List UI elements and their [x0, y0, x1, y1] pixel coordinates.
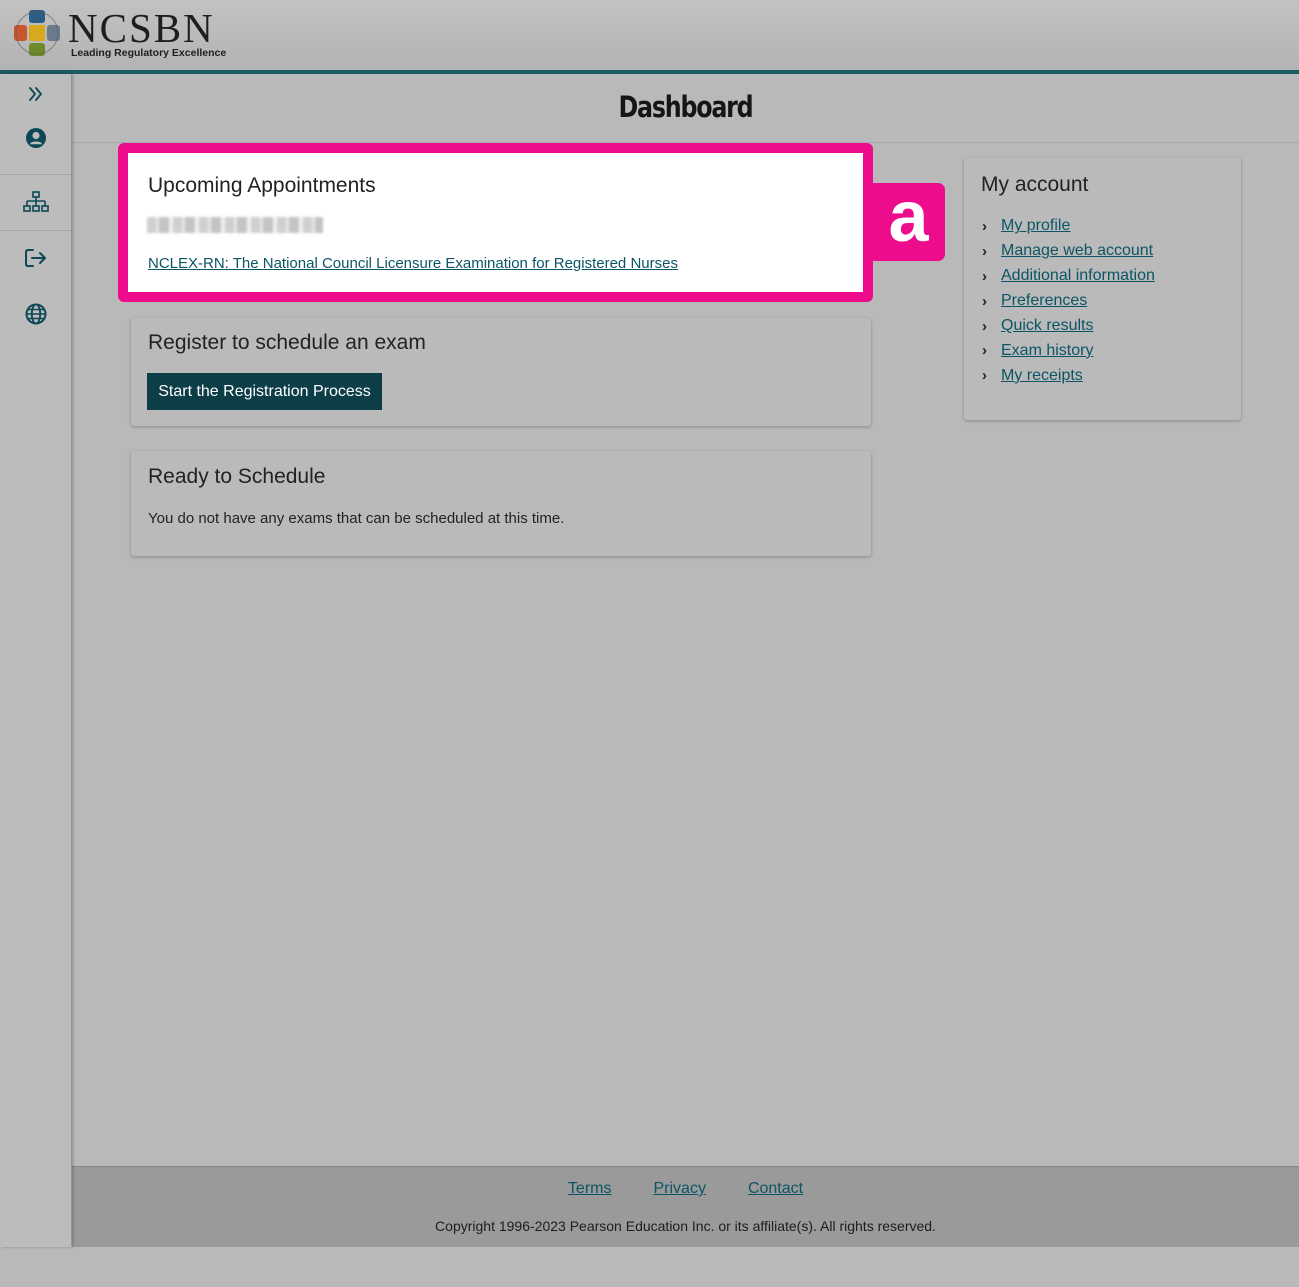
terms-link[interactable]: Terms: [568, 1180, 612, 1198]
privacy-link[interactable]: Privacy: [653, 1180, 705, 1198]
brand-tagline: Leading Regulatory Excellence: [71, 47, 227, 59]
chevron-right-icon: ›: [982, 242, 987, 260]
chevron-right-icon: ›: [982, 267, 987, 285]
chevron-right-icon: ›: [982, 317, 987, 335]
my-profile-link[interactable]: My profile: [1001, 217, 1070, 235]
sitemap-button[interactable]: [0, 182, 71, 222]
side-rail: [0, 74, 71, 1247]
redacted-appointment-date: [147, 217, 323, 233]
chevron-right-icon: ›: [982, 367, 987, 385]
user-account-icon: [25, 128, 46, 148]
register-card-title: Register to schedule an exam: [148, 331, 426, 354]
contact-link[interactable]: Contact: [748, 1180, 803, 1198]
account-link-item: › Additional information: [982, 264, 1155, 289]
quick-results-link[interactable]: Quick results: [1001, 317, 1093, 335]
nclex-rn-appointment-link[interactable]: NCLEX-RN: The National Council Licensure…: [148, 255, 678, 272]
manage-web-account-link[interactable]: Manage web account: [1001, 242, 1153, 260]
upcoming-appointments-title: Upcoming Appointments: [148, 174, 376, 197]
account-link-item: › Manage web account: [982, 239, 1155, 264]
no-exams-message: You do not have any exams that can be sc…: [148, 510, 565, 527]
globe-language-icon: [25, 303, 46, 325]
expand-rail-button[interactable]: [0, 74, 71, 114]
page-title: Dashboard: [618, 90, 754, 124]
account-links-list: › My profile › Manage web account › Additio…: [982, 214, 1155, 388]
expand-double-chevron-icon: [28, 87, 42, 101]
my-receipts-link[interactable]: My receipts: [1001, 367, 1083, 385]
account-link-item: › My profile: [982, 214, 1155, 239]
sitemap-icon: [22, 191, 49, 212]
account-link-item: › Preferences: [982, 289, 1155, 314]
footer-links: Terms Privacy Contact: [72, 1180, 1299, 1198]
account-link-item: › Exam history: [982, 338, 1155, 363]
copyright-text: Copyright 1996-2023 Pearson Education In…: [435, 1218, 936, 1234]
ncsbn-logo-icon[interactable]: [14, 10, 60, 56]
user-account-button[interactable]: [0, 118, 71, 158]
account-link-item: › My receipts: [982, 363, 1155, 388]
sign-out-button[interactable]: [0, 238, 71, 278]
chevron-right-icon: ›: [982, 292, 987, 310]
preferences-link[interactable]: Preferences: [1001, 292, 1087, 310]
annotation-label: a: [872, 181, 945, 261]
site-header: NCSBN Leading Regulatory Excellence: [0, 0, 1299, 70]
ready-to-schedule-card: Ready to Schedule You do not have any ex…: [131, 451, 871, 556]
exam-history-link[interactable]: Exam history: [1001, 342, 1093, 360]
additional-information-link[interactable]: Additional information: [1001, 267, 1155, 285]
chevron-right-icon: ›: [982, 342, 987, 360]
brand-name: NCSBN: [68, 5, 215, 51]
sign-out-icon: [24, 249, 46, 267]
my-account-title: My account: [981, 173, 1089, 196]
site-footer: Terms Privacy Contact Copyright 1996-202…: [72, 1166, 1299, 1247]
rail-divider: [0, 230, 71, 231]
chevron-right-icon: ›: [982, 217, 987, 235]
account-link-item: › Quick results: [982, 314, 1155, 339]
language-button[interactable]: [0, 294, 71, 334]
ready-to-schedule-title: Ready to Schedule: [148, 465, 326, 488]
start-registration-button[interactable]: Start the Registration Process: [147, 373, 382, 410]
rail-divider: [0, 174, 71, 175]
page-header: Dashboard: [72, 74, 1299, 143]
